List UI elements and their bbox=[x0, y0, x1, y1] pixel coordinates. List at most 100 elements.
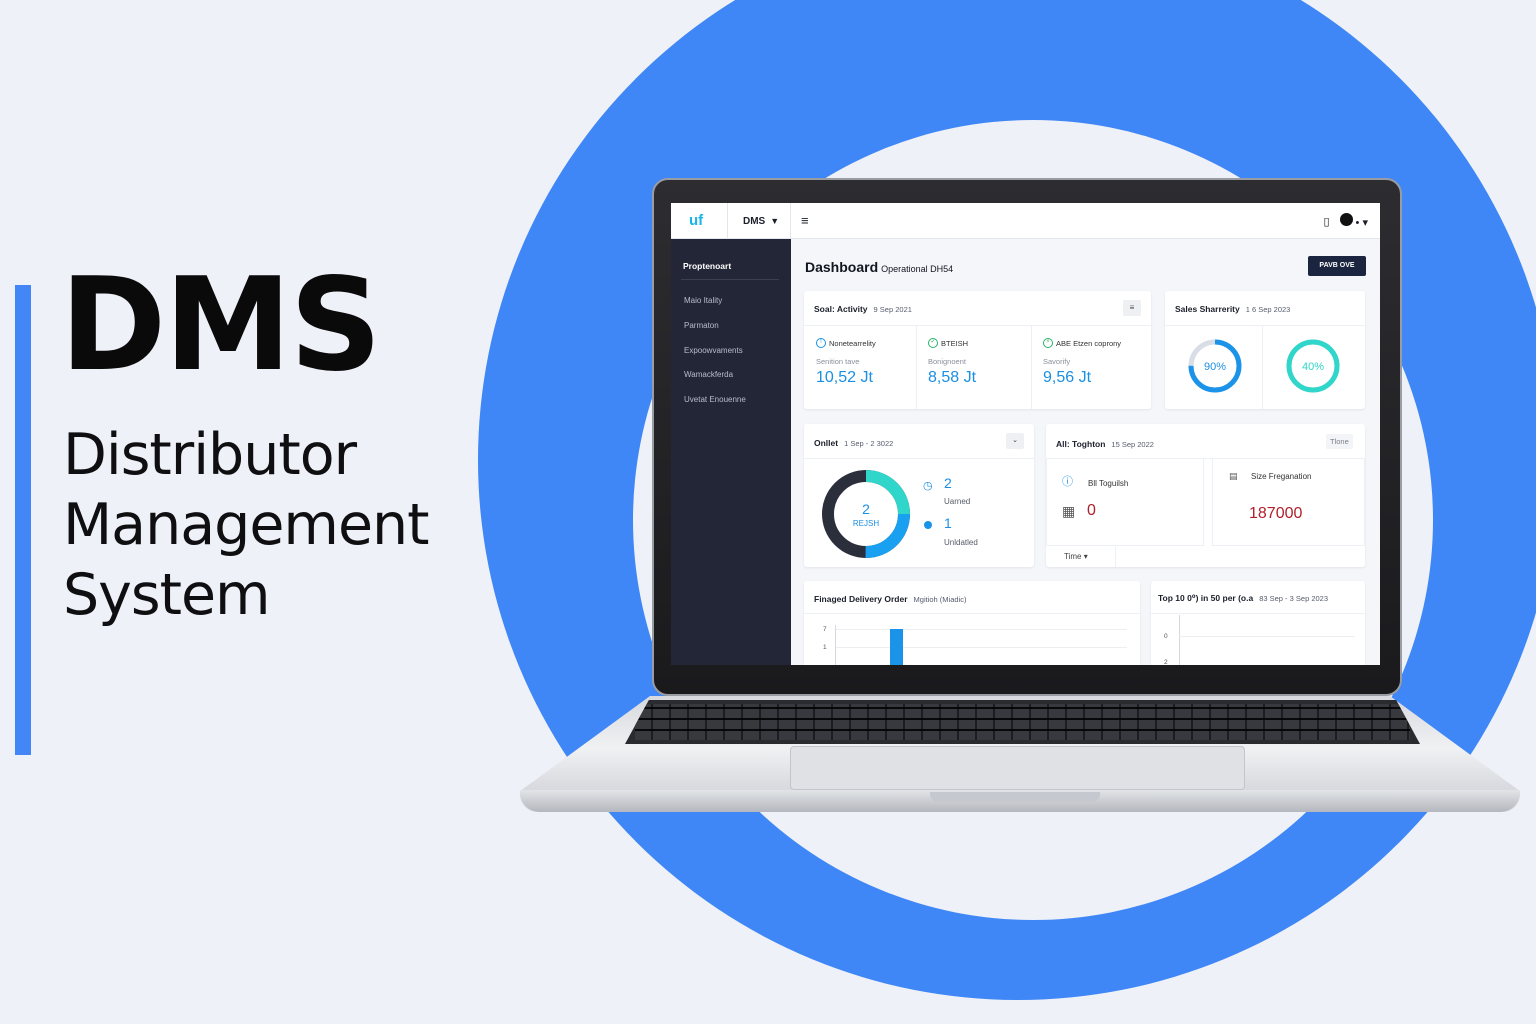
legend-value: 1 bbox=[944, 515, 952, 531]
user-avatar-icon bbox=[1339, 213, 1353, 226]
sidebar-item[interactable]: Maio Itality bbox=[684, 296, 722, 305]
card-title: Finaged Delivery Order Mgitioh (Miadic) bbox=[814, 594, 966, 604]
main-content: Dashboard Operational DH54 PAVB OVE Soal:… bbox=[791, 239, 1380, 665]
chevron-down-icon: ▼ bbox=[770, 216, 780, 226]
stat-box: ▤ Size Freganation 187000 bbox=[1212, 458, 1365, 546]
card-title-text: Sales Sharrerity bbox=[1175, 304, 1240, 314]
card-date: 1 Sep - 2 3022 bbox=[844, 439, 894, 448]
brand-select-label: DMS bbox=[743, 216, 766, 227]
app-screen: uf DMS ▼ ≡ ▯ • ▾ Proptenoart Maio Itality… bbox=[671, 203, 1380, 665]
gridline bbox=[1179, 636, 1355, 637]
document-icon: ▤ bbox=[1229, 471, 1238, 481]
activity-card: Soal: Activity 9 Sep 2021 ≡ ! Nonetearreli… bbox=[804, 291, 1151, 409]
hero-subtitle-line: System bbox=[63, 562, 271, 628]
page-title: Dashboard Operational DH54 bbox=[805, 259, 953, 275]
time-dropdown-label: Time bbox=[1064, 552, 1082, 561]
legend-value: 2 bbox=[944, 475, 952, 491]
laptop-keyboard bbox=[625, 700, 1420, 744]
sidebar-item[interactable]: Expoowvaments bbox=[684, 346, 743, 355]
clipboard-icon[interactable]: ▯ bbox=[1323, 215, 1329, 228]
hero-subtitle-line: Management bbox=[63, 492, 429, 558]
time-dropdown[interactable]: Time ▾ bbox=[1064, 552, 1088, 561]
onllet-card: Onllet 1 Sep - 2 3022 ⌄ 2 REJSH ◷ 2 Uarne… bbox=[804, 424, 1034, 567]
card-title-text: Finaged Delivery Order bbox=[814, 594, 908, 604]
card-title: Soal: Activity 9 Sep 2021 bbox=[814, 304, 912, 314]
metric-sub: Senition tave bbox=[816, 357, 860, 366]
divider bbox=[681, 279, 779, 280]
hero-title: DMS bbox=[60, 251, 382, 400]
sidebar-heading[interactable]: Proptenoart bbox=[683, 261, 731, 271]
divider bbox=[804, 458, 1034, 459]
sidebar-item[interactable]: Wamackferda bbox=[684, 370, 733, 379]
stat-label: Bll Toguilsh bbox=[1088, 479, 1129, 488]
card-title-text: All: Toghton bbox=[1056, 439, 1106, 449]
gridline bbox=[835, 647, 1127, 648]
axis-tick-label: 2 bbox=[1164, 659, 1168, 665]
toghton-card: All: Toghton 15 Sep 2022 Tlone ⓘ Bll Togu… bbox=[1046, 424, 1365, 567]
divider bbox=[1262, 325, 1263, 409]
metric-label-text: ABE Etzen coprony bbox=[1056, 338, 1122, 348]
calculator-icon: ▦ bbox=[1062, 503, 1076, 519]
axis-tick-label: 7 bbox=[823, 626, 827, 633]
stat-box: ⓘ Bll Toguilsh ▦ 0 bbox=[1046, 458, 1204, 546]
gridline bbox=[835, 629, 1127, 630]
divider bbox=[804, 325, 1151, 326]
legend-label: Unldatled bbox=[944, 538, 978, 547]
donut-chart: 2 REJSH bbox=[822, 470, 910, 558]
card-title: Onllet 1 Sep - 2 3022 bbox=[814, 438, 893, 448]
card-title-text: Onllet bbox=[814, 438, 839, 448]
info-icon: ⓘ bbox=[1062, 476, 1073, 488]
top-bar-actions: ▯ • ▾ bbox=[1323, 213, 1368, 229]
gauge-label: 90% bbox=[1204, 361, 1226, 373]
delivery-card: Finaged Delivery Order Mgitioh (Miadic) 7… bbox=[804, 581, 1140, 665]
metric-value: 10,52 Jt bbox=[816, 369, 873, 386]
menu-icon[interactable]: ≡ bbox=[801, 213, 809, 228]
gauge-90: 90% bbox=[1188, 339, 1242, 393]
app-logo[interactable]: uf bbox=[689, 212, 703, 229]
chevron-down-icon: ▾ bbox=[1083, 552, 1088, 561]
metric-sub: Bonignoent bbox=[928, 357, 966, 366]
stat-label: Size Freganation bbox=[1251, 472, 1312, 481]
logo-text: uf bbox=[689, 212, 704, 229]
chevron-down-icon[interactable]: ⌄ bbox=[1006, 433, 1024, 449]
y-axis bbox=[1179, 615, 1180, 665]
card-date: 9 Sep 2021 bbox=[873, 305, 912, 314]
chevron-down-icon: ▾ bbox=[1362, 217, 1368, 229]
user-menu[interactable]: • ▾ bbox=[1339, 213, 1368, 229]
brand-select[interactable]: DMS ▼ bbox=[727, 203, 791, 239]
metric-value: 8,58 Jt bbox=[928, 369, 977, 386]
card-title: Top 10 0⁰) in 50 per (o.a 83 Sep - 3 Sep … bbox=[1158, 593, 1328, 604]
primary-action-button[interactable]: PAVB OVE bbox=[1308, 256, 1366, 276]
page-title-text: Dashboard bbox=[805, 259, 879, 275]
axis-tick-label: 1 bbox=[823, 644, 827, 651]
metric-label: ✓ BTEISH bbox=[928, 338, 1038, 348]
sidebar-item[interactable]: Uvetat Enouenne bbox=[684, 395, 746, 404]
card-title-text: Top 10 0⁰) in 50 per (o.a bbox=[1158, 593, 1254, 603]
tag-badge[interactable]: Tlone bbox=[1326, 434, 1353, 449]
page-subtitle: Operational DH54 bbox=[881, 264, 954, 274]
legend-dot bbox=[924, 521, 932, 529]
card-date: 83 Sep - 3 Sep 2023 bbox=[1259, 594, 1329, 603]
donut-label: REJSH bbox=[853, 519, 879, 528]
card-title-text: Soal: Activity bbox=[814, 304, 868, 314]
donut-value: 2 bbox=[862, 501, 870, 517]
accent-bar bbox=[15, 285, 31, 755]
bar bbox=[890, 629, 903, 665]
metric-sub: Savorify bbox=[1043, 357, 1071, 366]
metric-label-text: Nonetearrelity bbox=[829, 338, 876, 348]
metric-tile: ⚡ ABE Etzen coprony Savorify 9,56 Jt bbox=[1043, 338, 1153, 387]
sales-card: Sales Sharrerity 1 6 Sep 2023 90% 40% bbox=[1165, 291, 1365, 409]
card-menu-button[interactable]: ≡ bbox=[1123, 300, 1141, 316]
metric-tile: ! Nonetearrelity Senition tave 10,52 Jt bbox=[816, 338, 926, 387]
stat-value: 0 bbox=[1087, 502, 1096, 519]
info-icon: ! bbox=[816, 338, 826, 348]
sidebar-item[interactable]: Parmaton bbox=[684, 321, 719, 330]
card-title: Sales Sharrerity 1 6 Sep 2023 bbox=[1175, 304, 1290, 314]
hero-subtitle-line: Distributor bbox=[63, 422, 357, 488]
hero-subtitle: Distributor Management System bbox=[63, 420, 429, 630]
card-date: 15 Sep 2022 bbox=[1111, 440, 1154, 449]
stat-value: 187000 bbox=[1249, 505, 1303, 522]
card-title: All: Toghton 15 Sep 2022 bbox=[1056, 439, 1154, 449]
gauge-40: 40% bbox=[1286, 339, 1340, 393]
top-card: Top 10 0⁰) in 50 per (o.a 83 Sep - 3 Sep … bbox=[1151, 581, 1365, 665]
